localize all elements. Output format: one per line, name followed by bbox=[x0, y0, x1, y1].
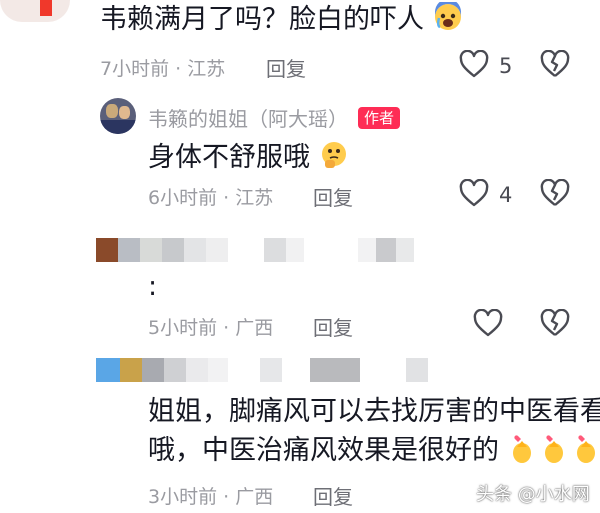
reply-button[interactable]: 回复 bbox=[313, 481, 353, 510]
like-button[interactable]: 4 bbox=[459, 178, 513, 211]
heart-icon bbox=[459, 178, 489, 211]
like-button[interactable]: 5 bbox=[459, 49, 513, 82]
comment-header: 韦籁的姐姐（阿大瑶） 作者 bbox=[148, 103, 401, 132]
comment-text-line: 哦，中医治痛风效果是很好的 bbox=[148, 435, 499, 466]
finger-heart-emoji bbox=[508, 433, 600, 474]
comment-text: : bbox=[148, 271, 158, 302]
watermark: 头条 @小水网 bbox=[476, 484, 590, 505]
avatar[interactable] bbox=[100, 98, 136, 134]
comment-text-content: 韦赖满月了吗？脸白的吓人 bbox=[100, 4, 424, 35]
dislike-button[interactable] bbox=[540, 49, 570, 82]
partial-avatar[interactable] bbox=[0, 0, 70, 22]
reply-button[interactable]: 回复 bbox=[266, 53, 306, 82]
comment-text: 哦，中医治痛风效果是很好的 bbox=[148, 433, 600, 474]
reply-meta: 6小时前 · 江苏 bbox=[148, 187, 274, 209]
author-badge: 作者 bbox=[358, 106, 401, 129]
broken-heart-icon bbox=[540, 49, 570, 82]
like-count: 4 bbox=[499, 183, 513, 207]
reply-text-content: 身体不舒服哦 bbox=[148, 142, 310, 173]
heart-icon bbox=[459, 49, 489, 82]
dislike-button[interactable] bbox=[540, 178, 570, 211]
broken-heart-icon bbox=[540, 178, 570, 211]
thinking-emoji bbox=[319, 140, 349, 179]
like-count: 5 bbox=[499, 54, 513, 78]
blurred-username bbox=[96, 238, 516, 262]
reply-button[interactable]: 回复 bbox=[313, 182, 353, 211]
blurred-username bbox=[96, 358, 516, 382]
comment-meta: 7小时前 · 江苏 bbox=[100, 58, 226, 80]
broken-heart-icon bbox=[540, 308, 570, 341]
username[interactable]: 韦籁的姐姐（阿大瑶） bbox=[148, 103, 348, 132]
scared-crying-emoji bbox=[433, 0, 463, 41]
comment-text-line: 姐姐，脚痛风可以去找厉害的中医看看 bbox=[148, 396, 600, 427]
like-button[interactable] bbox=[473, 308, 503, 341]
reply-button[interactable]: 回复 bbox=[313, 312, 353, 341]
dislike-button[interactable] bbox=[540, 308, 570, 341]
comment-text: 韦赖满月了吗？脸白的吓人 bbox=[100, 0, 463, 41]
comment-meta: 5小时前 · 广西 bbox=[148, 317, 274, 339]
heart-icon bbox=[473, 308, 503, 341]
comment-meta: 3小时前 · 广西 bbox=[148, 486, 274, 508]
comment-text: 姐姐，脚痛风可以去找厉害的中医看看 bbox=[148, 395, 600, 429]
reply-text: 身体不舒服哦 bbox=[148, 140, 349, 179]
